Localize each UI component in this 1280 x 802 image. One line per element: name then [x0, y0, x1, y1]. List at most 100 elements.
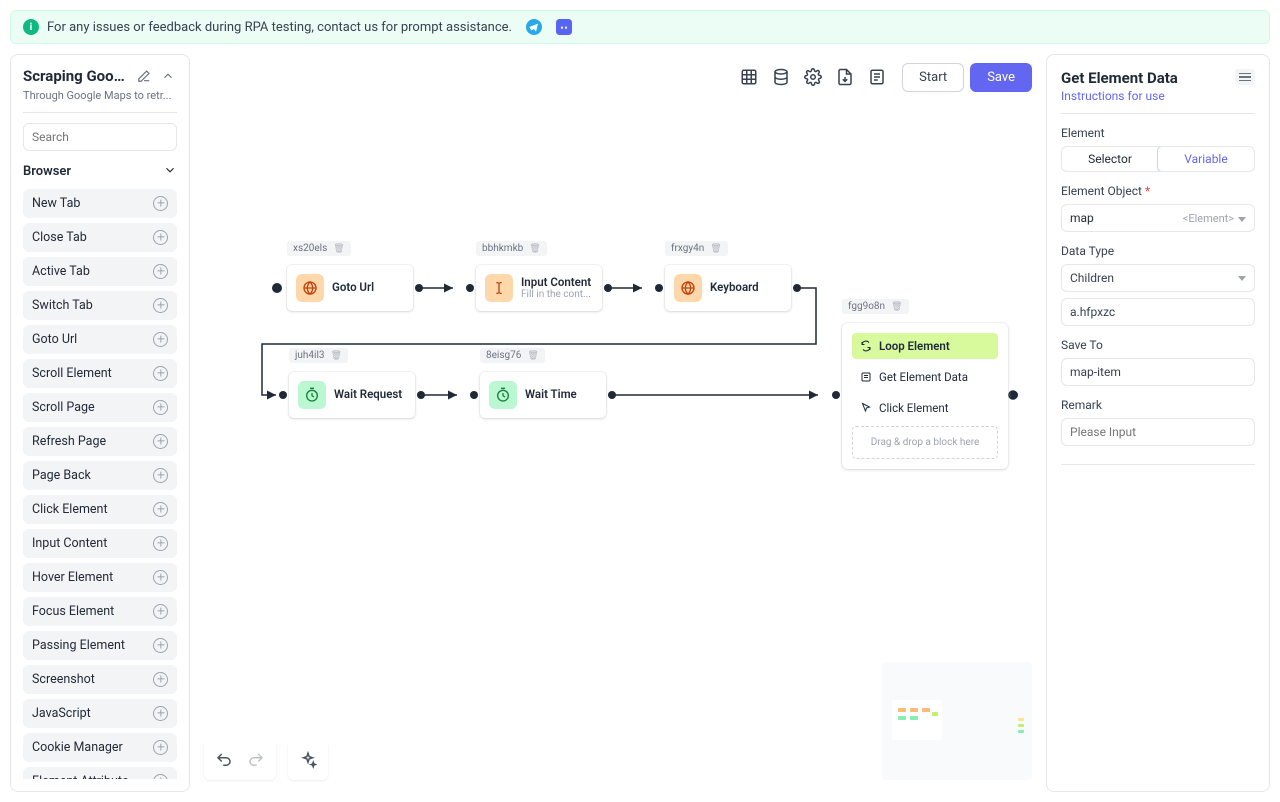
divider	[23, 112, 177, 113]
add-icon[interactable]	[153, 230, 168, 245]
undo-button[interactable]	[210, 746, 238, 774]
palette-item[interactable]: Goto Url	[23, 325, 177, 354]
canvas[interactable]: Start Save xs20els 🗑	[200, 54, 1036, 792]
seg-selector[interactable]: Selector	[1062, 147, 1158, 171]
node-tag: juh4il3	[295, 350, 325, 361]
left-sidebar: Scraping Google... Through Google Maps t…	[10, 54, 190, 792]
palette-item[interactable]: Screenshot	[23, 665, 177, 694]
info-icon: i	[23, 19, 39, 35]
chevron-down-icon	[1238, 217, 1246, 222]
add-icon[interactable]	[153, 604, 168, 619]
notes-icon[interactable]	[862, 62, 892, 92]
node-input-content[interactable]: bbhkmkb🗑 Input Content Fill in the cont.…	[476, 265, 602, 311]
palette-item[interactable]: Switch Tab	[23, 291, 177, 320]
start-button[interactable]: Start	[902, 63, 964, 92]
drop-zone[interactable]: Drag & drop a block here	[852, 426, 998, 459]
node-wait-time[interactable]: 8eisg76🗑 Wait Time	[480, 372, 606, 418]
database-icon[interactable]	[766, 62, 796, 92]
settings-icon[interactable]	[798, 62, 828, 92]
add-icon[interactable]	[153, 672, 168, 687]
data-type-select[interactable]: Children	[1061, 264, 1255, 292]
info-banner: i For any issues or feedback during RPA …	[10, 10, 1270, 44]
loop-header[interactable]: Loop Element	[852, 333, 998, 359]
remark-label: Remark	[1061, 398, 1255, 412]
seg-variable[interactable]: Variable	[1157, 146, 1255, 172]
delete-icon[interactable]: 🗑	[333, 244, 344, 254]
instructions-link[interactable]: Instructions for use	[1061, 89, 1178, 103]
node-goto-url[interactable]: xs20els🗑 Goto Url	[287, 265, 413, 311]
cursor-icon	[860, 402, 872, 414]
properties-panel: Get Element Data Instructions for use El…	[1046, 54, 1270, 792]
panel-title: Get Element Data	[1061, 69, 1178, 87]
node-tag: xs20els	[293, 243, 327, 254]
add-icon[interactable]	[153, 298, 168, 313]
add-icon[interactable]	[153, 468, 168, 483]
palette-item[interactable]: JavaScript	[23, 699, 177, 728]
delete-icon[interactable]: 🗑	[891, 302, 902, 312]
save-button[interactable]: Save	[970, 63, 1032, 92]
export-icon[interactable]	[830, 62, 860, 92]
redo-button[interactable]	[242, 746, 270, 774]
start-port[interactable]	[272, 283, 282, 293]
palette-item[interactable]: Input Content	[23, 529, 177, 558]
magic-button[interactable]	[294, 746, 322, 774]
panel-toggle-icon[interactable]	[1235, 69, 1255, 85]
loop-step-get-data[interactable]: Get Element Data	[852, 364, 998, 390]
remark-input[interactable]	[1061, 418, 1255, 446]
add-icon[interactable]	[153, 196, 168, 211]
add-icon[interactable]	[153, 706, 168, 721]
palette-item[interactable]: Page Back	[23, 461, 177, 490]
node-keyboard[interactable]: frxgy4n🗑 Keyboard	[665, 265, 791, 311]
add-icon[interactable]	[153, 264, 168, 279]
telegram-icon[interactable]	[526, 19, 542, 35]
delete-icon[interactable]: 🗑	[710, 244, 721, 254]
add-icon[interactable]	[153, 366, 168, 381]
delete-icon[interactable]: 🗑	[527, 351, 538, 361]
search-input[interactable]	[23, 123, 177, 151]
selector-input[interactable]	[1061, 298, 1255, 326]
delete-icon[interactable]: 🗑	[529, 244, 540, 254]
minimap[interactable]	[882, 662, 1032, 780]
delete-icon[interactable]: 🗑	[331, 351, 342, 361]
edit-icon[interactable]	[135, 67, 153, 85]
palette-item[interactable]: New Tab	[23, 189, 177, 218]
add-icon[interactable]	[153, 638, 168, 653]
add-icon[interactable]	[153, 740, 168, 755]
node-loop-element[interactable]: fgg9o8n🗑 Loop Element Get Element Data C…	[842, 323, 1008, 469]
add-icon[interactable]	[153, 502, 168, 517]
palette-item[interactable]: Active Tab	[23, 257, 177, 286]
palette-item[interactable]: Scroll Page	[23, 393, 177, 422]
collapse-icon[interactable]	[159, 67, 177, 85]
globe-icon	[674, 274, 702, 302]
chevron-down-icon	[163, 163, 177, 181]
palette-item[interactable]: Refresh Page	[23, 427, 177, 456]
save-to-label: Save To	[1061, 338, 1255, 352]
element-mode-segment[interactable]: Selector Variable	[1061, 146, 1255, 172]
loop-step-click[interactable]: Click Element	[852, 395, 998, 421]
palette-item[interactable]: Passing Element	[23, 631, 177, 660]
add-icon[interactable]	[153, 434, 168, 449]
add-icon[interactable]	[153, 774, 168, 779]
palette-item[interactable]: Scroll Element	[23, 359, 177, 388]
palette-item[interactable]: Click Element	[23, 495, 177, 524]
grid-icon[interactable]	[734, 62, 764, 92]
palette-item[interactable]: Close Tab	[23, 223, 177, 252]
loop-icon	[860, 340, 872, 352]
element-object-select[interactable]: map <Element>	[1061, 204, 1255, 232]
node-tag: 8eisg76	[486, 350, 521, 361]
add-icon[interactable]	[153, 400, 168, 415]
palette-item[interactable]: Hover Element	[23, 563, 177, 592]
palette-item[interactable]: Element Attribute	[23, 767, 177, 779]
category-header[interactable]: Browser	[23, 163, 177, 181]
discord-icon[interactable]	[556, 19, 572, 35]
cursor-text-icon	[485, 274, 513, 302]
palette-item[interactable]: Cookie Manager	[23, 733, 177, 762]
node-wait-request[interactable]: juh4il3🗑 Wait Request	[289, 372, 415, 418]
save-to-input[interactable]	[1061, 358, 1255, 386]
add-icon[interactable]	[153, 570, 168, 585]
add-icon[interactable]	[153, 332, 168, 347]
palette-item[interactable]: Focus Element	[23, 597, 177, 626]
add-icon[interactable]	[153, 536, 168, 551]
canvas-toolbar: Start Save	[730, 58, 1032, 96]
list-icon	[860, 371, 872, 383]
